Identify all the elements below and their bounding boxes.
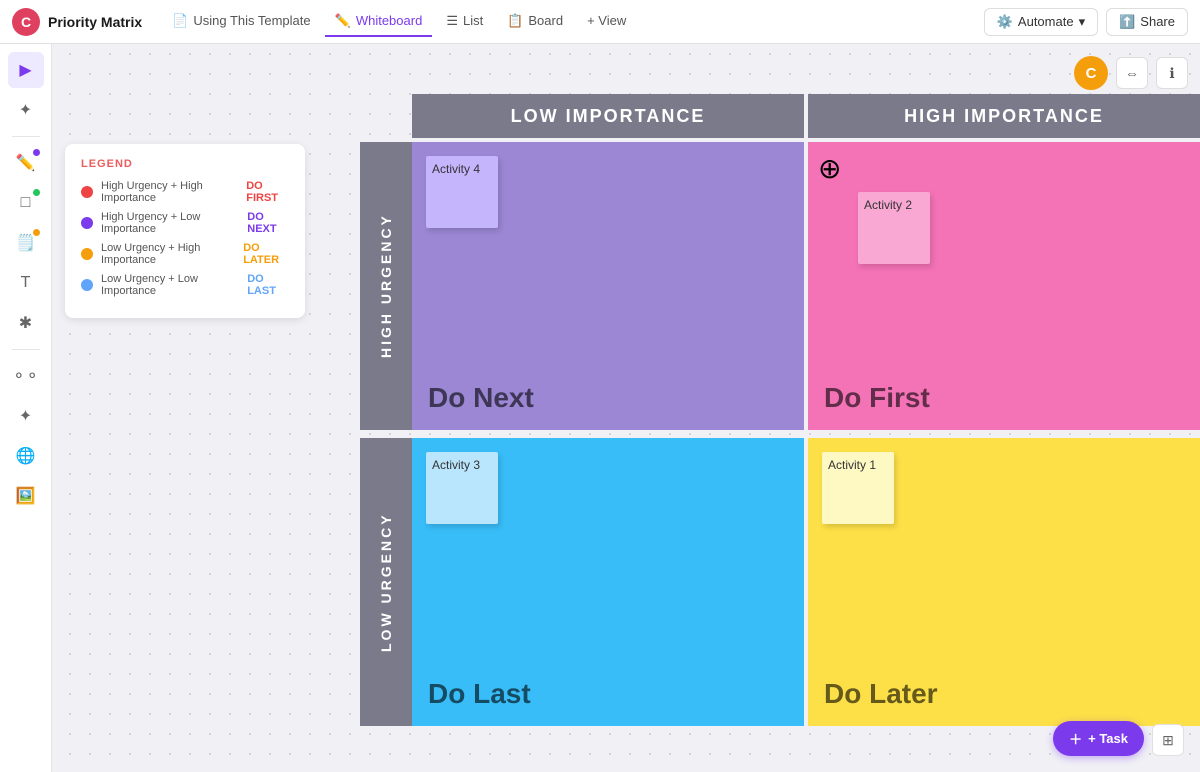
cell-do-last: Activity 3 Do Last [412, 438, 804, 726]
legend-box: LEGEND High Urgency + High Importance DO… [65, 144, 305, 318]
image-tool[interactable]: 🖼️ [8, 478, 44, 514]
do-first-label: Do First [824, 382, 930, 414]
sticky-tool[interactable]: 🗒️ [8, 225, 44, 261]
do-last-label: Do Last [428, 678, 531, 710]
logo-letter: C [21, 14, 31, 30]
text-tool[interactable]: T [8, 265, 44, 301]
activity3-label: Activity 3 [432, 458, 480, 472]
shape-tool[interactable]: □ [8, 185, 44, 221]
row-low-urgency: LOW URGENCY Activity 3 Do Last Activity … [360, 438, 1200, 726]
warning-icon: ⊕ [818, 152, 841, 185]
highlight-tool[interactable]: ✱ [8, 305, 44, 341]
pen-tool[interactable]: ✏️ [8, 145, 44, 181]
user-avatar: C [1074, 56, 1108, 90]
legend-title: LEGEND [81, 158, 289, 170]
template-icon: 📄 [172, 13, 188, 29]
col-header-low: LOW IMPORTANCE [412, 94, 804, 138]
legend-dot-blue [81, 279, 93, 291]
magic-tool[interactable]: ✦ [8, 92, 44, 128]
task-icon: ＋ [1069, 729, 1082, 748]
ai-tool[interactable]: ✦ [8, 398, 44, 434]
board-icon: 📋 [507, 13, 523, 29]
legend-text-next: High Urgency + Low Importance [101, 211, 235, 235]
legend-item-first: High Urgency + High Importance DO FIRST [81, 180, 289, 204]
legend-dot-yellow [81, 248, 93, 260]
legend-text-first: High Urgency + High Importance [101, 180, 234, 204]
tab-template[interactable]: 📄 Using This Template [162, 7, 321, 37]
cell-do-first: ⊕ Activity 2 Do First [808, 142, 1200, 430]
tab-list-label: List [463, 13, 483, 28]
share-icon: ⬆️ [1119, 14, 1135, 30]
legend-text-later: Low Urgency + High Importance [101, 242, 231, 266]
pen-dot [33, 149, 40, 156]
col-headers: LOW IMPORTANCE HIGH IMPORTANCE [412, 94, 1200, 138]
matrix-body: HIGH URGENCY Activity 4 Do Next ⊕ Activi… [360, 142, 1200, 726]
activity1-label: Activity 1 [828, 458, 876, 472]
automate-chevron-icon: ▾ [1079, 14, 1086, 30]
grid-view-button[interactable]: ⊞ [1152, 724, 1184, 756]
tab-list[interactable]: ☰ List [436, 7, 493, 37]
canvas-area: ▶ ✦ ✏️ □ 🗒️ T ✱ ⚬⚬ ✦ 🌐 🖼️ C ⇔ ℹ LEGEND [0, 44, 1200, 772]
task-label: + Task [1088, 731, 1128, 746]
legend-item-later: Low Urgency + High Importance DO LATER [81, 242, 289, 266]
app-logo: C [12, 8, 40, 36]
low-urgency-cells: Activity 3 Do Last Activity 1 Do Later [412, 438, 1200, 726]
legend-tag-last: DO LAST [247, 273, 289, 297]
activity1-sticky[interactable]: Activity 1 [822, 452, 894, 524]
activity2-label: Activity 2 [864, 198, 912, 212]
legend-tag-next: DO NEXT [247, 211, 289, 235]
legend-text-last: Low Urgency + Low Importance [101, 273, 235, 297]
tab-add-view[interactable]: + View [577, 7, 636, 36]
tab-whiteboard-label: Whiteboard [356, 13, 422, 28]
sticky-dot [33, 229, 40, 236]
expand-icon[interactable]: ⇔ [1116, 57, 1148, 89]
whiteboard-icon: ✏️ [335, 13, 351, 29]
share-label: Share [1140, 14, 1175, 29]
do-later-label: Do Later [824, 678, 938, 710]
canvas-actions: C ⇔ ℹ [1074, 56, 1188, 90]
legend-tag-first: DO FIRST [246, 180, 289, 204]
row-label-low: LOW URGENCY [360, 438, 412, 726]
legend-item-last: Low Urgency + Low Importance DO LAST [81, 273, 289, 297]
activity4-sticky[interactable]: Activity 4 [426, 156, 498, 228]
info-icon[interactable]: ℹ [1156, 57, 1188, 89]
activity3-sticky[interactable]: Activity 3 [426, 452, 498, 524]
avatar-letter: C [1086, 65, 1097, 82]
row-label-high: HIGH URGENCY [360, 142, 412, 430]
priority-matrix: LOW IMPORTANCE HIGH IMPORTANCE HIGH URGE… [360, 94, 1200, 754]
cursor-tool[interactable]: ▶ [8, 52, 44, 88]
globe-tool[interactable]: 🌐 [8, 438, 44, 474]
tab-board-label: Board [528, 13, 563, 28]
legend-dot-red [81, 186, 93, 198]
list-icon: ☰ [446, 13, 458, 29]
app-name: Priority Matrix [48, 14, 142, 30]
row-high-urgency: HIGH URGENCY Activity 4 Do Next ⊕ Activi… [360, 142, 1200, 430]
cell-do-later: Activity 1 Do Later [808, 438, 1200, 726]
cell-do-next: Activity 4 Do Next [412, 142, 804, 430]
automate-button[interactable]: ⚙️ Automate ▾ [984, 8, 1098, 36]
left-toolbar: ▶ ✦ ✏️ □ 🗒️ T ✱ ⚬⚬ ✦ 🌐 🖼️ [0, 44, 52, 772]
legend-tag-later: DO LATER [243, 242, 289, 266]
col-header-high: HIGH IMPORTANCE [808, 94, 1200, 138]
automate-icon: ⚙️ [997, 14, 1013, 30]
tab-template-label: Using This Template [193, 13, 310, 28]
activity2-sticky[interactable]: Activity 2 [858, 192, 930, 264]
activity4-label: Activity 4 [432, 162, 480, 176]
connect-tool[interactable]: ⚬⚬ [8, 358, 44, 394]
tab-board[interactable]: 📋 Board [497, 7, 573, 37]
high-urgency-cells: Activity 4 Do Next ⊕ Activity 2 Do First [412, 142, 1200, 430]
shape-dot [33, 189, 40, 196]
tab-whiteboard[interactable]: ✏️ Whiteboard [325, 7, 433, 37]
task-fab[interactable]: ＋ + Task [1053, 721, 1144, 756]
automate-label: Automate [1018, 14, 1074, 29]
share-button[interactable]: ⬆️ Share [1106, 8, 1188, 36]
legend-dot-purple [81, 217, 93, 229]
legend-item-next: High Urgency + Low Importance DO NEXT [81, 211, 289, 235]
tab-add-view-label: + View [587, 13, 626, 28]
nav-actions: ⚙️ Automate ▾ ⬆️ Share [984, 8, 1188, 36]
top-nav: C Priority Matrix 📄 Using This Template … [0, 0, 1200, 44]
do-next-label: Do Next [428, 382, 534, 414]
